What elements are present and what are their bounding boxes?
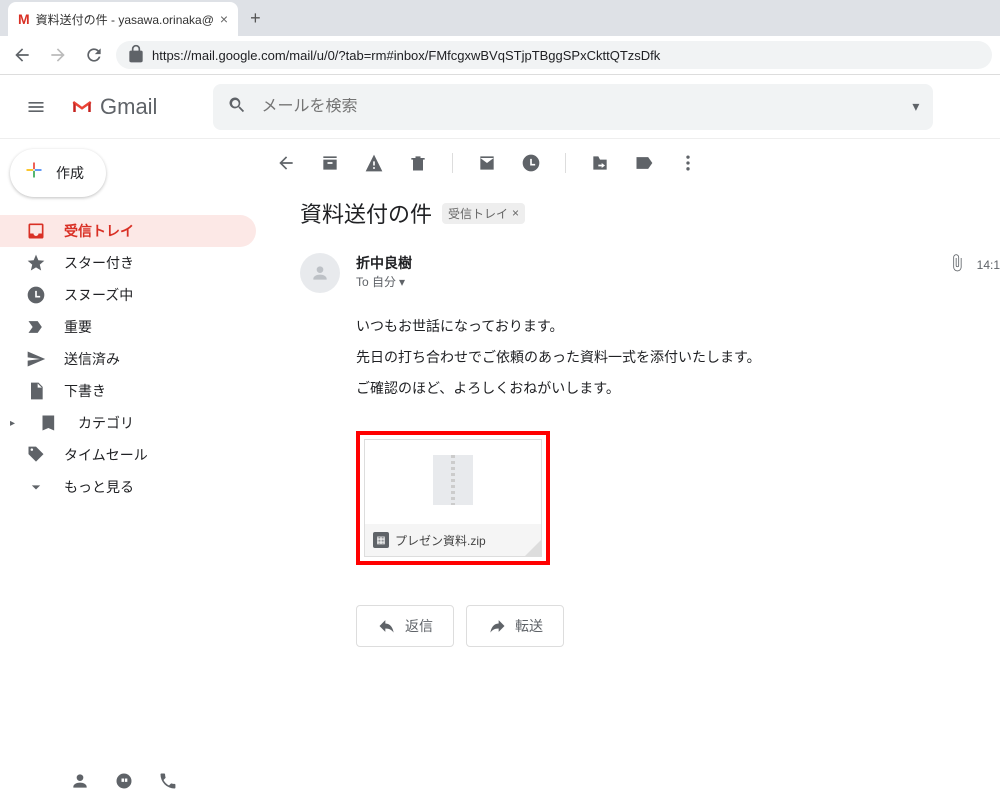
sidebar-item-label: 送信済み — [64, 349, 120, 369]
sidebar: 作成 受信トレイ スター付き スヌーズ中 重要 送信済み — [0, 139, 256, 805]
search-input[interactable] — [261, 98, 898, 116]
delete-button[interactable] — [408, 153, 428, 173]
sidebar-item-starred[interactable]: スター付き — [0, 247, 256, 279]
url-text: https://mail.google.com/mail/u/0/?tab=rm… — [152, 48, 660, 63]
forward-button[interactable] — [44, 41, 72, 69]
browser-tab[interactable]: M 資料送付の件 - yasawa.orinaka@ × — [8, 2, 238, 36]
reply-button[interactable]: 返信 — [356, 605, 454, 647]
gmail-favicon: M — [18, 11, 30, 27]
draft-icon — [26, 381, 46, 401]
labels-button[interactable] — [634, 153, 654, 173]
sidebar-item-label: 下書き — [64, 381, 106, 401]
sidebar-item-label: スター付き — [64, 253, 134, 273]
sender-name: 折中良樹 — [356, 253, 931, 273]
gmail-header: Gmail ▾ — [0, 75, 1000, 139]
tag-icon — [26, 445, 46, 465]
attachment-filename: プレゼン資料.zip — [395, 532, 486, 549]
forward-button[interactable]: 転送 — [466, 605, 564, 647]
label-icon — [40, 413, 60, 433]
recipient-line[interactable]: To 自分 ▾ — [356, 273, 931, 290]
mail-time: 14:1 — [977, 258, 1000, 272]
star-icon — [26, 253, 46, 273]
snooze-button[interactable] — [521, 153, 541, 173]
sidebar-item-sent[interactable]: 送信済み — [0, 343, 256, 375]
sidebar-item-snoozed[interactable]: スヌーズ中 — [0, 279, 256, 311]
sidebar-item-label: もっと見る — [64, 477, 134, 497]
gmail-product-name: Gmail — [100, 94, 157, 120]
tab-bar: M 資料送付の件 - yasawa.orinaka@ × + — [0, 0, 1000, 36]
mail-subject: 資料送付の件 — [300, 197, 432, 229]
address-bar: https://mail.google.com/mail/u/0/?tab=rm… — [0, 36, 1000, 74]
mail-toolbar — [256, 139, 1000, 187]
attachment-icon — [947, 253, 967, 276]
browser-chrome: M 資料送付の件 - yasawa.orinaka@ × + https://m… — [0, 0, 1000, 75]
attachment-card[interactable]: ▦ プレゼン資料.zip — [364, 439, 542, 557]
main-content: 資料送付の件 受信トレイ × 折中良樹 To 自分 ▾ — [256, 139, 1000, 805]
compose-label: 作成 — [56, 163, 84, 183]
back-button[interactable] — [8, 41, 36, 69]
chevron-down-icon — [26, 477, 46, 497]
sidebar-item-more[interactable]: もっと見る — [0, 471, 256, 503]
sidebar-item-drafts[interactable]: 下書き — [0, 375, 256, 407]
sidebar-item-label: 受信トレイ — [64, 221, 134, 241]
zip-file-icon — [433, 455, 473, 505]
person-icon[interactable] — [70, 771, 90, 794]
new-tab-button[interactable]: + — [238, 8, 273, 29]
important-icon — [26, 317, 46, 337]
sidebar-item-label: 重要 — [64, 317, 92, 337]
gmail-logo[interactable]: Gmail — [72, 94, 157, 120]
sender-avatar[interactable] — [300, 253, 340, 293]
search-icon — [227, 95, 247, 118]
archive-button[interactable] — [320, 153, 340, 173]
gmail-m-icon — [72, 97, 92, 117]
tab-title: 資料送付の件 - yasawa.orinaka@ — [36, 11, 214, 28]
inbox-icon — [26, 221, 46, 241]
plus-icon — [24, 160, 44, 186]
sidebar-item-promotions[interactable]: タイムセール — [0, 439, 256, 471]
attachment-highlight-box: ▦ プレゼン資料.zip — [356, 431, 550, 565]
compose-button[interactable]: 作成 — [10, 149, 106, 197]
remove-label-icon[interactable]: × — [512, 206, 519, 220]
clock-icon — [26, 285, 46, 305]
mark-unread-button[interactable] — [477, 153, 497, 173]
tab-close-icon[interactable]: × — [220, 11, 228, 27]
mail-body: いつもお世話になっております。 先日の打ち合わせでご依頼のあった資料一式を添付い… — [356, 311, 1000, 403]
zip-badge-icon: ▦ — [373, 532, 389, 548]
caret-right-icon: ▸ — [10, 418, 22, 429]
sidebar-item-label: スヌーズ中 — [64, 285, 133, 305]
search-box[interactable]: ▾ — [213, 84, 933, 130]
sidebar-item-label: カテゴリ — [78, 413, 134, 433]
send-icon — [26, 349, 46, 369]
phone-icon[interactable] — [158, 771, 178, 794]
search-options-caret[interactable]: ▾ — [912, 98, 919, 115]
sidebar-item-inbox[interactable]: 受信トレイ — [0, 215, 256, 247]
lock-icon — [126, 44, 146, 67]
main-menu-button[interactable] — [16, 87, 56, 127]
move-to-button[interactable] — [590, 153, 610, 173]
report-spam-button[interactable] — [364, 153, 384, 173]
sidebar-item-important[interactable]: 重要 — [0, 311, 256, 343]
back-to-inbox-button[interactable] — [276, 153, 296, 173]
mail-label-chip[interactable]: 受信トレイ × — [442, 203, 525, 224]
reload-button[interactable] — [80, 41, 108, 69]
url-field[interactable]: https://mail.google.com/mail/u/0/?tab=rm… — [116, 41, 992, 69]
hangouts-icon[interactable] — [114, 771, 134, 794]
chevron-down-icon: ▾ — [399, 275, 405, 289]
sidebar-item-categories[interactable]: ▸ カテゴリ — [0, 407, 256, 439]
sidebar-item-label: タイムセール — [64, 445, 148, 465]
more-button[interactable] — [678, 153, 698, 173]
hangouts-footer — [70, 771, 178, 794]
